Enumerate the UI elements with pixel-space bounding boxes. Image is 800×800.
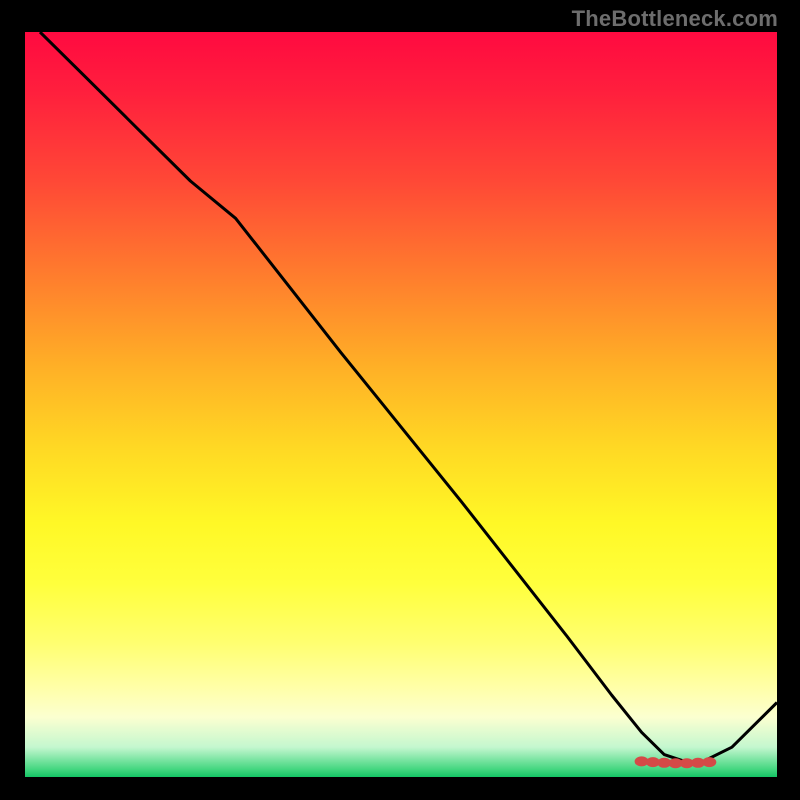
chart-frame: TheBottleneck.com [0,0,800,800]
optimal-marker [702,757,716,767]
chart-svg-layer [25,32,777,777]
bottleneck-curve [40,32,777,762]
chart-plot-area [25,32,777,777]
watermark-text: TheBottleneck.com [572,6,778,32]
